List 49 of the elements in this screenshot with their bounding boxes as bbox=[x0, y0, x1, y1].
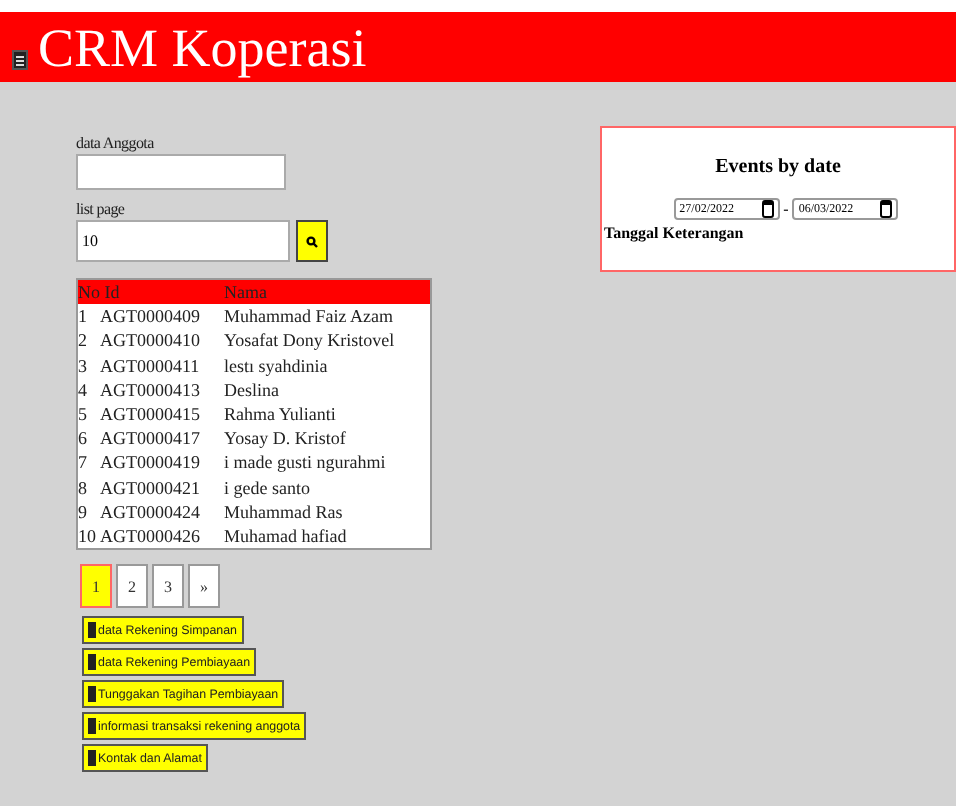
table-cell: 5 bbox=[77, 402, 96, 427]
table-cell: AGT0000413 bbox=[96, 377, 224, 403]
table-cell: 10 bbox=[77, 524, 96, 550]
page-button[interactable]: 3 bbox=[152, 564, 184, 609]
field-label: data Anggota bbox=[76, 134, 156, 154]
table-cell: Muhammad Faiz Azam bbox=[224, 304, 431, 329]
table-cell: AGT0000417 bbox=[96, 426, 224, 451]
app-title: CRM Koperasi bbox=[38, 16, 367, 80]
menu-icon[interactable] bbox=[12, 50, 28, 70]
page-button[interactable]: 1 bbox=[80, 564, 112, 609]
table-cell: Muhamad hafiad bbox=[224, 524, 431, 550]
field-label: list page bbox=[76, 200, 127, 220]
separator-text: - bbox=[783, 200, 789, 218]
search-icon bbox=[306, 235, 318, 247]
table-cell: Yosay D. Kristof bbox=[224, 426, 431, 451]
table-cell: AGT0000411 bbox=[96, 353, 224, 378]
table-cell: AGT0000410 bbox=[96, 328, 224, 354]
page-button[interactable]: » bbox=[188, 564, 220, 609]
card-title: Events by date bbox=[715, 156, 841, 180]
table-cell: AGT0000415 bbox=[96, 402, 224, 427]
search-button[interactable] bbox=[296, 220, 328, 262]
table-cell: 6 bbox=[77, 426, 96, 451]
table-cell: AGT0000426 bbox=[96, 524, 224, 550]
table-cell: lestı syahdinia bbox=[224, 353, 431, 378]
input-field[interactable] bbox=[76, 154, 286, 190]
table-cell: 2 bbox=[77, 328, 96, 354]
table-cell: 3 bbox=[77, 353, 96, 378]
table-cell: AGT0000419 bbox=[96, 450, 224, 476]
calendar-icon[interactable] bbox=[880, 200, 893, 218]
table-cell: i made gusti ngurahmi bbox=[224, 450, 431, 476]
column-header: No Id bbox=[77, 279, 224, 305]
page-button[interactable]: 2 bbox=[116, 564, 148, 609]
table-cell: Muhammad Ras bbox=[224, 499, 431, 525]
table-cell: 9 bbox=[77, 499, 96, 525]
column-header: Nama bbox=[224, 279, 431, 305]
table-cell: AGT0000424 bbox=[96, 499, 224, 525]
table-cell: AGT0000409 bbox=[96, 304, 224, 329]
table-cell: 1 bbox=[77, 304, 96, 329]
table-cell: Rahma Yulianti bbox=[224, 402, 431, 427]
table-cell: 8 bbox=[77, 475, 96, 500]
table-cell: AGT0000421 bbox=[96, 475, 224, 500]
input-field[interactable]: 10 bbox=[76, 220, 290, 262]
table-cell: i gede santo bbox=[224, 475, 431, 500]
table-cell: 4 bbox=[77, 377, 96, 403]
table-cell: Deslina bbox=[224, 377, 431, 403]
table-cell: 7 bbox=[77, 450, 96, 476]
table-cell: Yosafat Dony Kristovel bbox=[224, 328, 431, 354]
column-labels: Tanggal Keterangan bbox=[604, 224, 744, 244]
calendar-icon[interactable] bbox=[761, 200, 774, 218]
